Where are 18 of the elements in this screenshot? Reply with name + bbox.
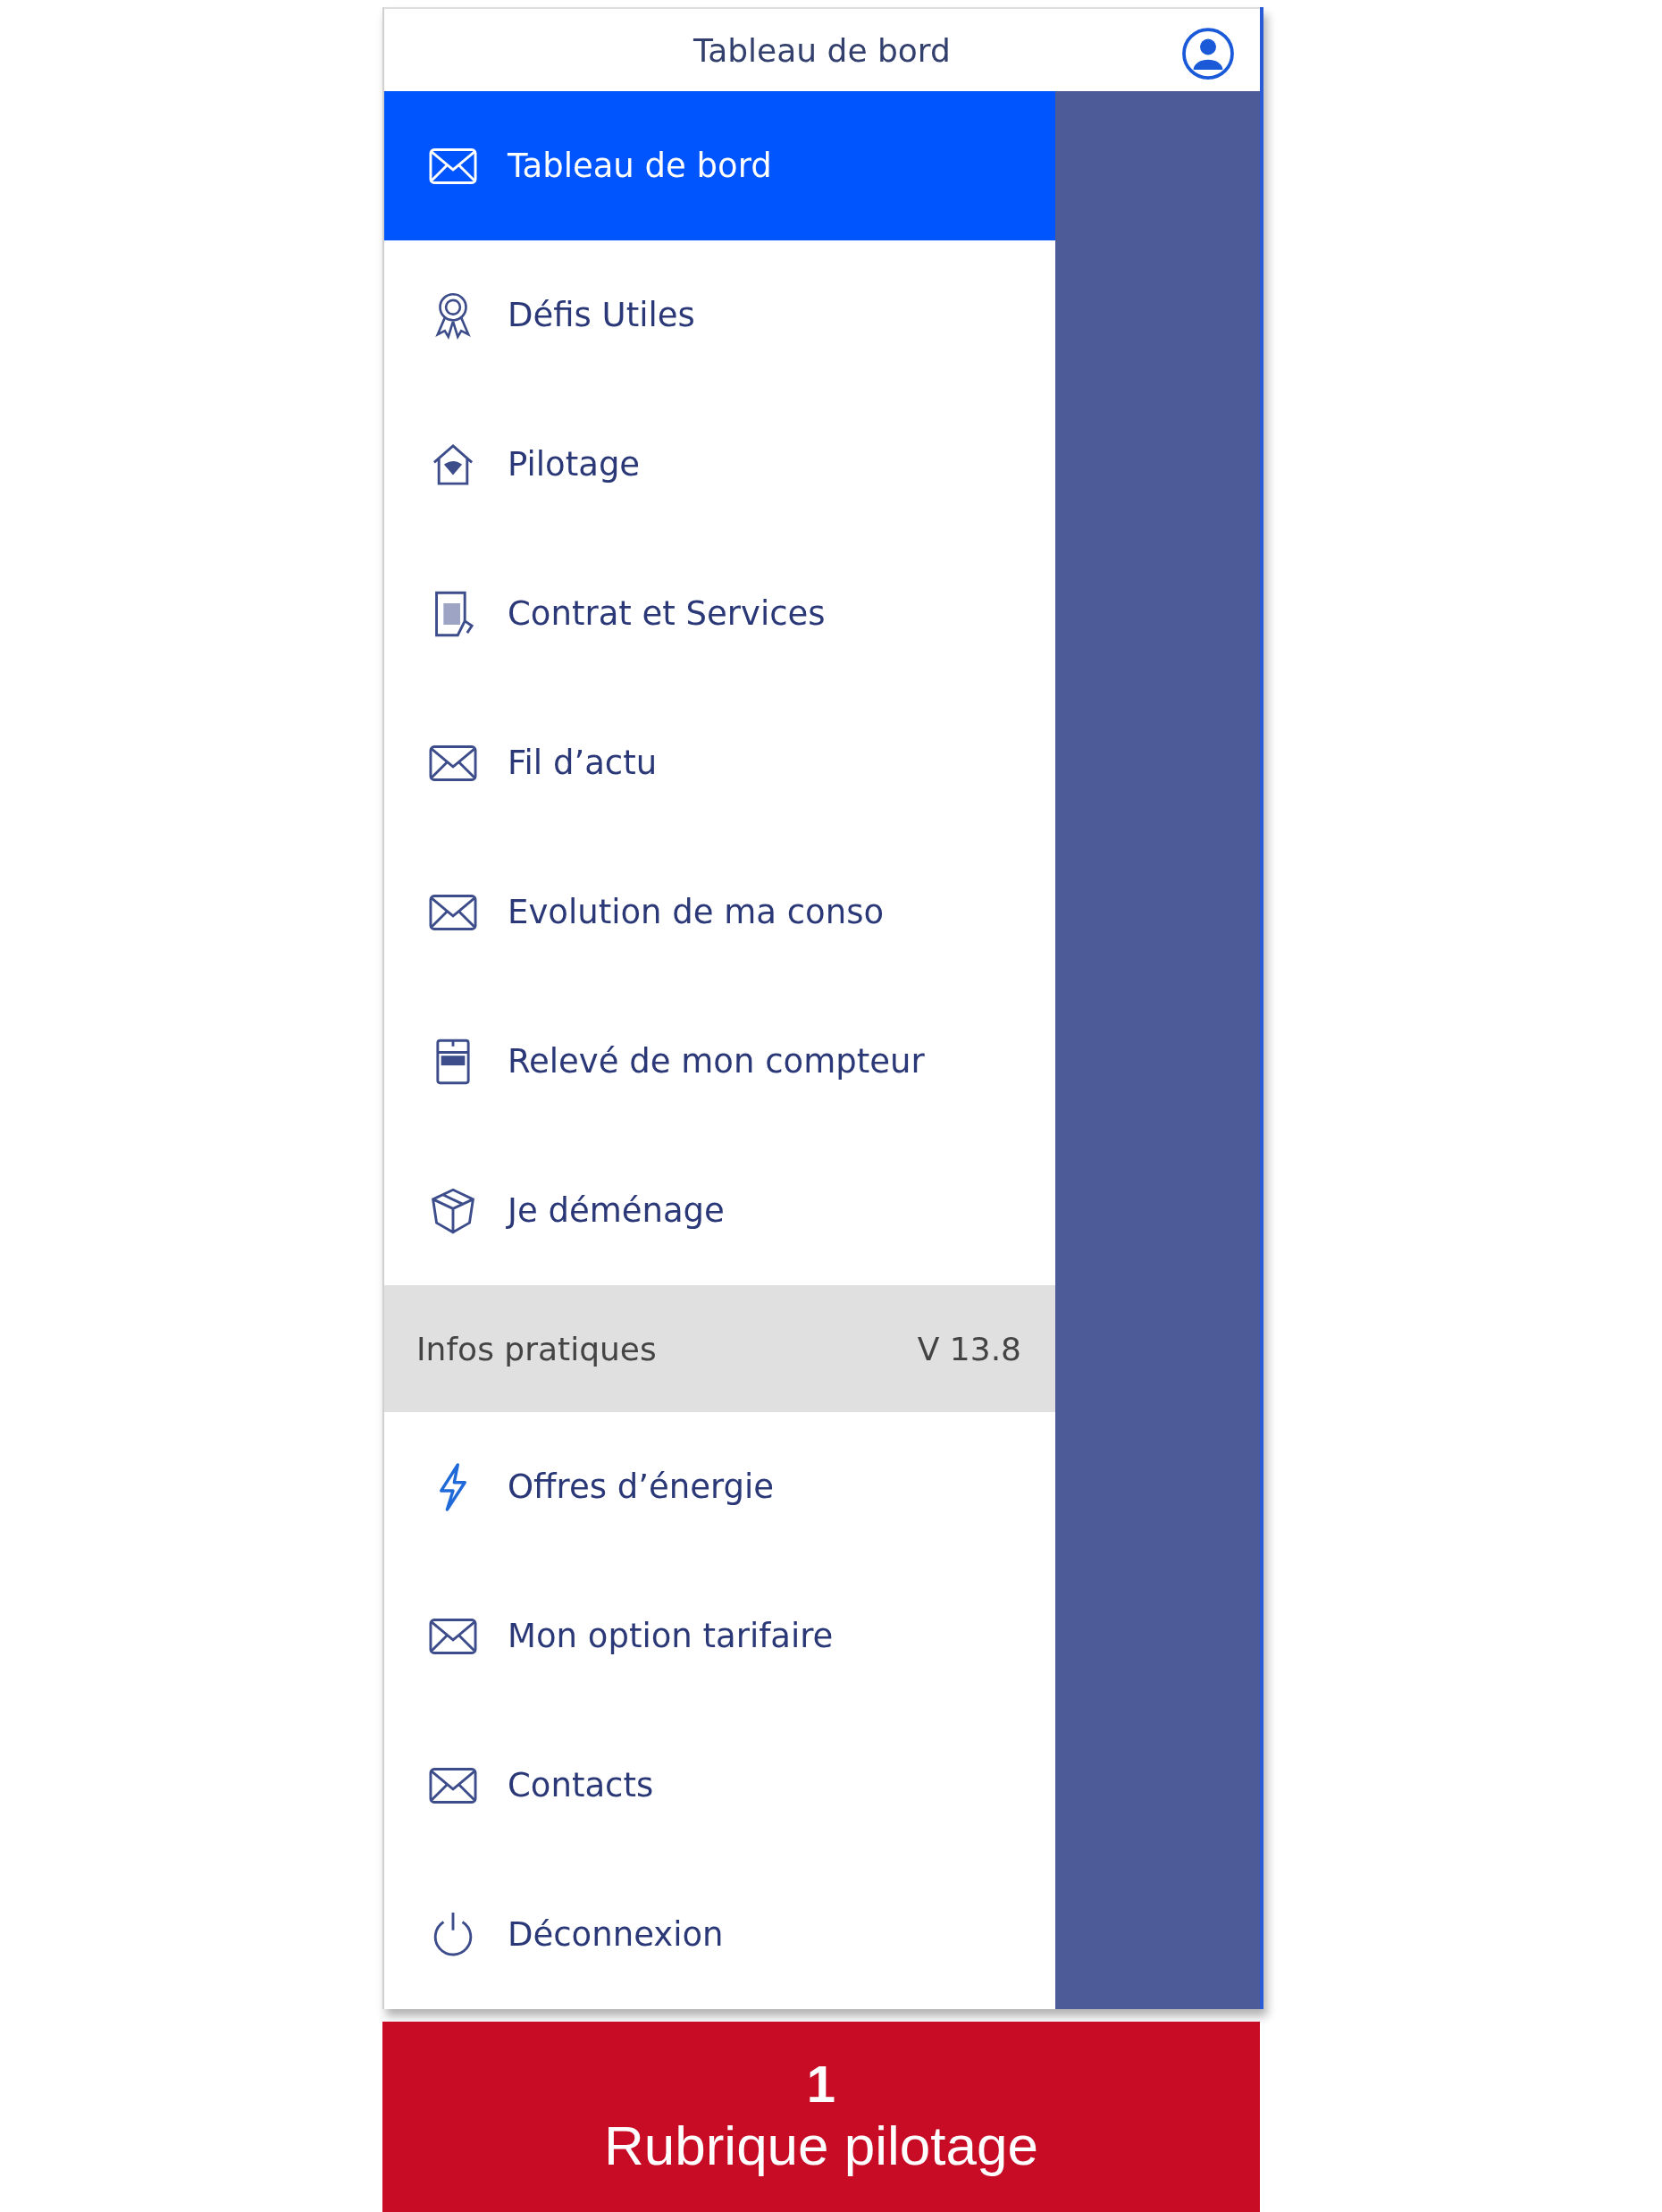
menu-item[interactable]: Relevé de mon compteur [384, 987, 1055, 1136]
menu-item[interactable]: Déconnexion [384, 1860, 1055, 2009]
menu-item[interactable]: Tableau de bord [384, 91, 1055, 240]
menu-item[interactable]: Pilotage [384, 390, 1055, 539]
menu-item[interactable]: Mon option tarifaire [384, 1561, 1055, 1711]
caption-number: 1 [806, 2055, 836, 2113]
version-label: V 13.8 [917, 1330, 1021, 1367]
menu-item[interactable]: Offres d’énergie [384, 1412, 1055, 1561]
menu-item[interactable]: Défis Utiles [384, 240, 1055, 390]
header-title: Tableau de bord [693, 31, 951, 69]
menu-item[interactable]: Evolution de ma conso [384, 837, 1055, 987]
caption-text: Rubrique pilotage [604, 2113, 1038, 2178]
profile-icon[interactable] [1181, 27, 1235, 80]
menu-item[interactable]: Contacts [384, 1711, 1055, 1860]
menu-item[interactable]: Contrat et Services [384, 539, 1055, 688]
menu-item[interactable]: Fil d’actu [384, 688, 1055, 837]
menu-item[interactable]: Je déménage [384, 1136, 1055, 1285]
section-title: Infos pratiques [416, 1330, 657, 1367]
